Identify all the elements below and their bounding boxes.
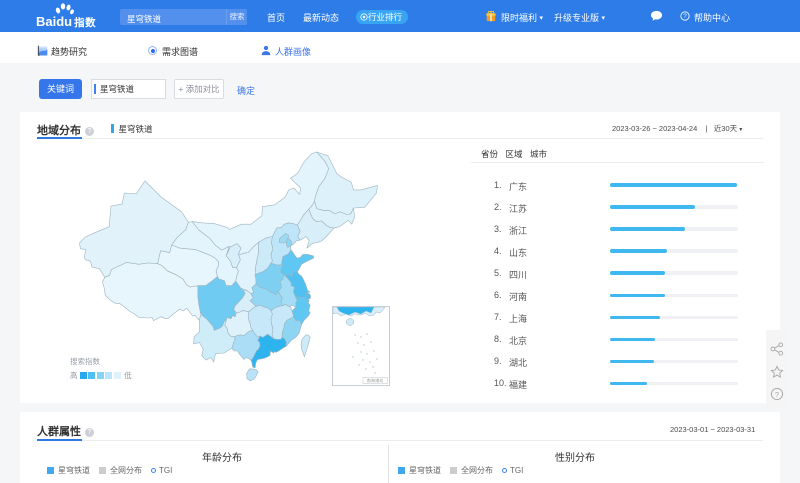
- svg-text:南海诸岛: 南海诸岛: [367, 377, 384, 384]
- svg-text:?: ?: [775, 390, 779, 399]
- svg-text:?: ?: [683, 13, 687, 20]
